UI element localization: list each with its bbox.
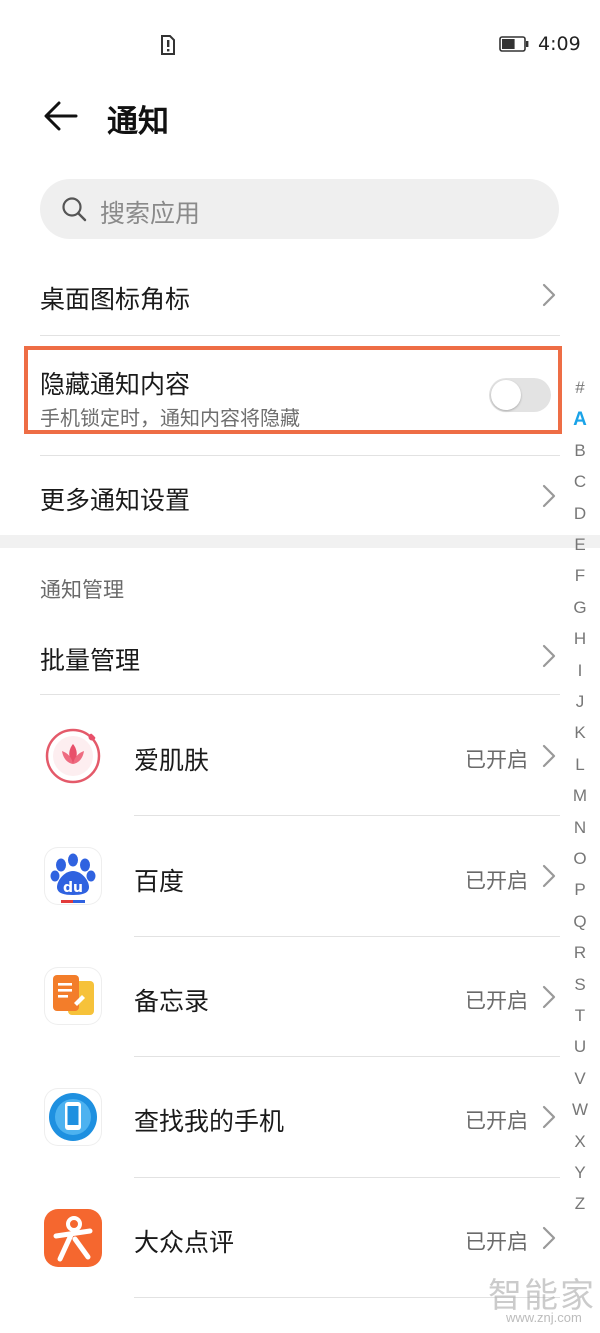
app-status: 已开启	[465, 869, 528, 893]
app-name: 查找我的手机	[134, 1107, 285, 1136]
divider	[134, 936, 560, 937]
divider	[40, 335, 560, 336]
alphabet-index-letter[interactable]: O	[566, 849, 594, 869]
chevron-right-icon	[542, 644, 556, 668]
app-status: 已开启	[465, 1230, 528, 1254]
divider	[134, 815, 560, 816]
toggle-knob	[491, 380, 521, 410]
notes-icon	[44, 967, 102, 1025]
alphabet-index-letter[interactable]: J	[566, 692, 594, 712]
row-label-badge: 桌面图标角标	[40, 285, 191, 314]
alphabet-index-letter[interactable]: Y	[566, 1163, 594, 1183]
status-bar: 4:09	[0, 0, 600, 90]
lotus-app-icon	[44, 727, 102, 785]
watermark-url: www.znj.com	[506, 1310, 582, 1325]
chevron-right-icon	[542, 1105, 556, 1129]
alphabet-index-letter[interactable]: #	[566, 378, 594, 398]
alphabet-index-letter[interactable]: X	[566, 1132, 594, 1152]
alphabet-index-letter[interactable]: E	[566, 535, 594, 555]
search-placeholder: 搜索应用	[100, 199, 201, 228]
baidu-paw-icon: du	[44, 847, 102, 905]
search-icon	[62, 197, 87, 222]
page-title: 通知	[107, 104, 169, 140]
app-name: 备忘录	[134, 987, 210, 1016]
search-input[interactable]: 搜索应用	[40, 179, 559, 239]
app-name: 大众点评	[134, 1228, 235, 1257]
alphabet-index-letter[interactable]: I	[566, 661, 594, 681]
sim-alert-icon	[161, 35, 175, 55]
chevron-right-icon	[542, 283, 556, 307]
divider	[40, 694, 560, 695]
alphabet-index-letter[interactable]: T	[566, 1006, 594, 1026]
alphabet-index-letter[interactable]: G	[566, 598, 594, 618]
status-time: 4:09	[538, 33, 581, 55]
alphabet-index-letter[interactable]: S	[566, 975, 594, 995]
alphabet-index-letter[interactable]: P	[566, 880, 594, 900]
alphabet-index-letter[interactable]: Q	[566, 912, 594, 932]
svg-text:du: du	[63, 880, 83, 896]
alphabet-index-letter[interactable]: A	[566, 409, 594, 431]
find-phone-icon	[44, 1088, 102, 1146]
alphabet-index-letter[interactable]: N	[566, 818, 594, 838]
section-separator	[0, 535, 600, 548]
divider	[134, 1177, 560, 1178]
chevron-right-icon	[542, 985, 556, 1009]
alphabet-index-letter[interactable]: R	[566, 943, 594, 963]
app-name: 百度	[134, 867, 185, 896]
alphabet-index-letter[interactable]: H	[566, 629, 594, 649]
arrow-left-icon[interactable]	[40, 96, 80, 136]
alphabet-index-letter[interactable]: M	[566, 786, 594, 806]
chevron-right-icon	[542, 1226, 556, 1250]
divider	[134, 1056, 560, 1057]
dianping-icon	[44, 1209, 102, 1267]
alphabet-index-letter[interactable]: W	[566, 1100, 594, 1120]
alphabet-index-letter[interactable]: D	[566, 504, 594, 524]
chevron-right-icon	[542, 484, 556, 508]
alphabet-index-letter[interactable]: C	[566, 472, 594, 492]
app-name: 爱肌肤	[134, 746, 210, 775]
alphabet-index-letter[interactable]: Z	[566, 1194, 594, 1214]
alphabet-index-letter[interactable]: B	[566, 441, 594, 461]
chevron-right-icon	[542, 864, 556, 888]
row-label-batch: 批量管理	[40, 646, 141, 675]
row-label-more: 更多通知设置	[40, 486, 191, 515]
row-label-hide-content: 隐藏通知内容	[40, 370, 191, 399]
app-status: 已开启	[465, 748, 528, 772]
alphabet-index-letter[interactable]: L	[566, 755, 594, 775]
section-label: 通知管理	[40, 578, 124, 602]
alphabet-index-letter[interactable]: K	[566, 723, 594, 743]
app-status: 已开启	[465, 1109, 528, 1133]
app-status: 已开启	[465, 989, 528, 1013]
battery-icon	[499, 36, 529, 52]
alphabet-index-letter[interactable]: F	[566, 566, 594, 586]
alphabet-index-letter[interactable]: V	[566, 1069, 594, 1089]
hide-content-toggle[interactable]	[489, 378, 551, 412]
chevron-right-icon	[542, 744, 556, 768]
alphabet-index-letter[interactable]: U	[566, 1037, 594, 1057]
row-subtitle-hide-content: 手机锁定时，通知内容将隐藏	[40, 406, 300, 430]
watermark: 智能家 www.znj.com	[488, 1268, 598, 1328]
